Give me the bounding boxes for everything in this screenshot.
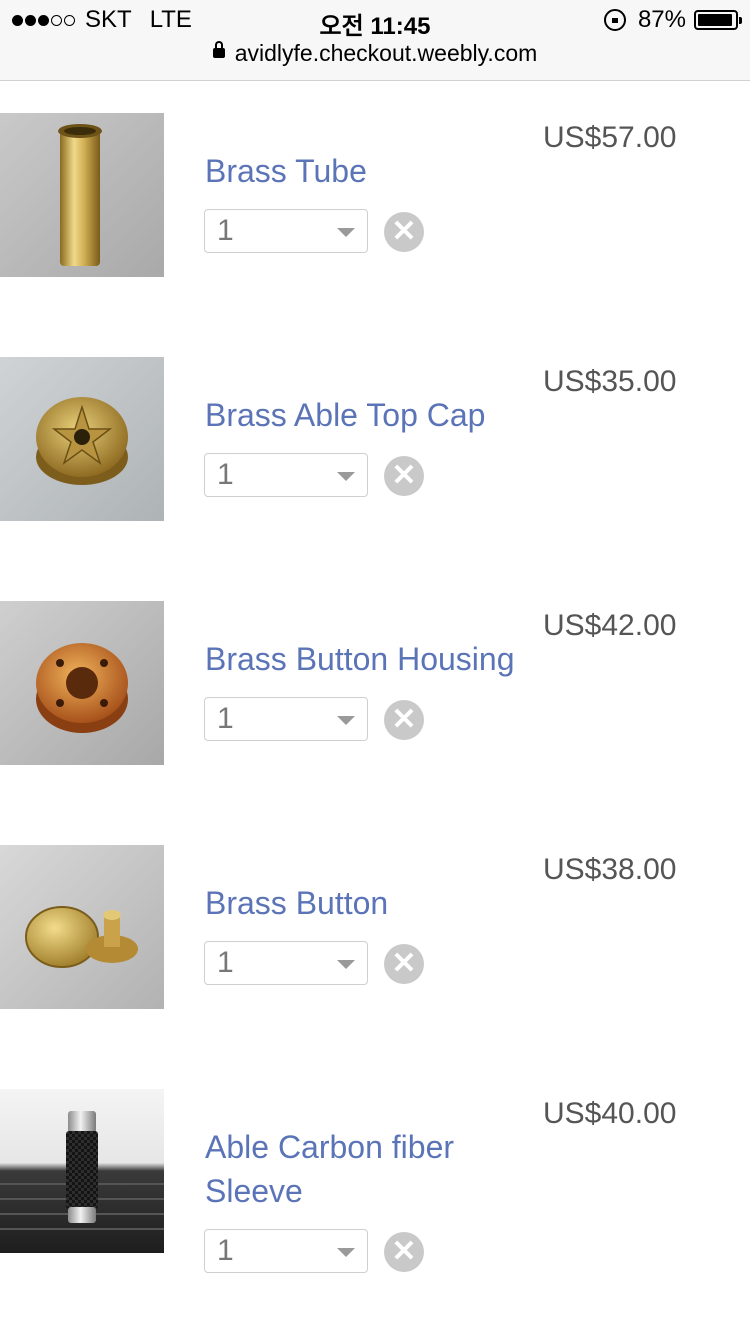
cart-item: US$38.00 Brass Button 1 ✕ — [0, 845, 750, 1045]
item-price: US$42.00 — [543, 609, 677, 642]
chevron-down-icon — [337, 228, 355, 237]
cart-item: US$40.00 Able Carbon fiber Sleeve 1 ✕ — [0, 1089, 750, 1289]
quantity-select[interactable]: 1 — [204, 453, 368, 497]
item-price: US$35.00 — [543, 365, 677, 398]
item-price: US$40.00 — [543, 1097, 677, 1130]
product-image-brass-top-cap — [0, 357, 164, 521]
cart-item: US$35.00 Brass Able Top Cap 1 ✕ — [0, 357, 750, 557]
product-image-brass-tube — [0, 113, 164, 277]
cart-item: US$42.00 Brass Button Housing 1 ✕ — [0, 601, 750, 801]
product-image-brass-button — [0, 845, 164, 1009]
battery-percent: 87% — [637, 6, 686, 33]
chevron-down-icon — [337, 472, 355, 481]
item-name-link[interactable]: Able Carbon fiber Sleeve — [205, 1125, 535, 1213]
quantity-value: 1 — [217, 702, 234, 735]
chevron-down-icon — [337, 1248, 355, 1257]
quantity-value: 1 — [217, 1234, 234, 1267]
product-image-carbon-sleeve — [0, 1089, 164, 1253]
rotation-lock-icon — [603, 9, 626, 31]
battery-fill — [698, 14, 732, 26]
remove-item-button[interactable]: ✕ — [384, 212, 424, 252]
item-price: US$38.00 — [543, 853, 677, 886]
quantity-select[interactable]: 1 — [204, 941, 368, 985]
item-name-link[interactable]: Brass Button — [205, 881, 535, 925]
address-bar[interactable]: avidlyfe.checkout.weebly.com — [0, 40, 750, 67]
chevron-down-icon — [337, 960, 355, 969]
quantity-value: 1 — [217, 946, 234, 979]
remove-item-button[interactable]: ✕ — [384, 700, 424, 740]
padlock-icon — [212, 40, 225, 58]
chevron-down-icon — [337, 716, 355, 725]
quantity-select[interactable]: 1 — [204, 697, 368, 741]
status-bar: SKT LTE 오전 11:45 87% avidlyfe.checkout.w… — [0, 0, 750, 81]
product-image-brass-button-housing — [0, 601, 164, 765]
quantity-select[interactable]: 1 — [204, 209, 368, 253]
cart-item: US$57.00 Brass Tube 1 ✕ — [0, 113, 750, 313]
quantity-value: 1 — [217, 458, 234, 491]
status-right: 87% — [603, 6, 742, 34]
item-name-link[interactable]: Brass Tube — [205, 149, 535, 193]
item-price: US$57.00 — [543, 121, 677, 154]
remove-item-button[interactable]: ✕ — [384, 456, 424, 496]
battery-icon — [694, 10, 742, 30]
remove-item-button[interactable]: ✕ — [384, 944, 424, 984]
quantity-select[interactable]: 1 — [204, 1229, 368, 1273]
quantity-value: 1 — [217, 214, 234, 247]
url-text: avidlyfe.checkout.weebly.com — [234, 40, 538, 66]
remove-item-button[interactable]: ✕ — [384, 1232, 424, 1272]
item-name-link[interactable]: Brass Able Top Cap — [205, 393, 535, 437]
item-name-link[interactable]: Brass Button Housing — [205, 637, 535, 681]
